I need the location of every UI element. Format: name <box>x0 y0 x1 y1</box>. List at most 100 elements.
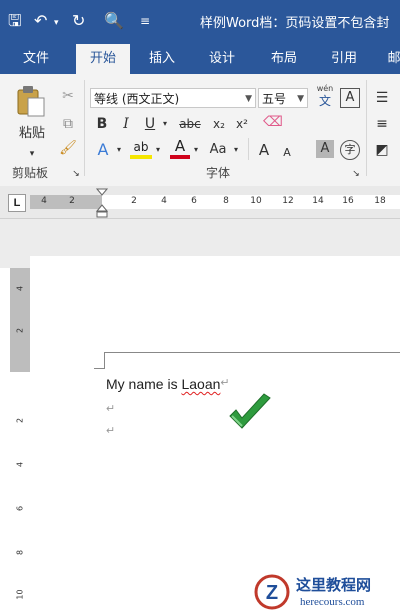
svg-text:Z: Z <box>266 582 278 604</box>
ruler-tick: 6 <box>15 505 25 512</box>
window-title: 样例Word档：页码设置不包含封 <box>200 16 390 31</box>
misspelled-word[interactable]: Laoan <box>181 376 220 392</box>
cut-icon[interactable]: ✂ <box>58 86 78 106</box>
shrink-font-button[interactable]: A <box>280 143 294 163</box>
save-icon[interactable]: 🖫 <box>8 10 22 32</box>
ruler-tick: 12 <box>282 196 294 206</box>
indent-markers-icon[interactable] <box>95 188 109 218</box>
tab-layout[interactable]: 布局 <box>262 44 306 74</box>
text-effects-button[interactable]: A <box>94 140 112 160</box>
ruler-tick: 14 <box>312 196 324 206</box>
vertical-ruler[interactable]: 4 2 2 4 6 8 10 <box>10 268 31 616</box>
underline-dropdown-icon[interactable]: ▾ <box>160 114 170 134</box>
ruler-tick: 2 <box>15 327 25 334</box>
change-case-dropdown-icon[interactable]: ▾ <box>231 140 241 160</box>
tab-design[interactable]: 设计 <box>200 44 244 74</box>
font-color-swatch <box>170 155 190 159</box>
format-painter-icon[interactable]: 🖌 <box>58 138 78 158</box>
ruler-tick: 4 <box>15 461 25 468</box>
clipboard-launcher-icon[interactable]: ↘ <box>70 164 82 184</box>
divider <box>248 138 249 160</box>
ruler-tick: 4 <box>41 196 47 206</box>
font-launcher-icon[interactable]: ↘ <box>350 164 362 184</box>
font-size-select[interactable]: 五号 ▼ <box>258 88 308 108</box>
strikethrough-button[interactable]: abc <box>176 114 204 134</box>
paste-button[interactable]: 粘贴 <box>14 124 50 144</box>
ruler-tick: 8 <box>223 196 229 206</box>
tab-file[interactable]: 文件 <box>14 44 58 74</box>
font-color-button[interactable]: A <box>170 138 190 160</box>
ruler-tick: 2 <box>131 196 137 206</box>
ruler-tick: 4 <box>161 196 167 206</box>
text-effects-dropdown-icon[interactable]: ▾ <box>114 140 124 160</box>
ribbon-tabs: 文件 开始 插入 设计 布局 引用 邮 <box>0 44 400 74</box>
redo-icon[interactable]: ↻ <box>72 10 85 32</box>
ruler-tick: 16 <box>342 196 354 206</box>
tab-mailings[interactable]: 邮 <box>382 44 400 74</box>
italic-button[interactable]: I <box>118 114 134 134</box>
align-left-icon[interactable]: ≡ <box>372 114 392 134</box>
grow-font-button[interactable]: A <box>256 140 272 160</box>
chevron-down-icon: ▼ <box>245 94 252 104</box>
group-divider <box>366 80 367 176</box>
group-divider <box>84 80 85 176</box>
font-name-value: 等线 (西文正文) <box>94 92 180 106</box>
font-color-label: A <box>174 137 186 155</box>
chevron-down-icon: ▼ <box>297 94 304 104</box>
tab-insert[interactable]: 插入 <box>140 44 184 74</box>
ruler-tick: 2 <box>69 196 75 206</box>
print-preview-icon[interactable]: 🔍 <box>104 10 124 32</box>
site-url: herecours.com <box>300 596 365 608</box>
header-boundary-line <box>104 352 400 353</box>
paste-icon[interactable] <box>16 84 46 118</box>
ruler-tick: 6 <box>191 196 197 206</box>
paragraph-line-1[interactable]: My name is Laoan ↵ <box>106 376 230 392</box>
ruler-tick: 10 <box>250 196 262 206</box>
ruler-tick: 2 <box>15 417 25 424</box>
checkmark-icon <box>226 392 274 436</box>
character-shading-button[interactable]: A <box>316 140 334 158</box>
ribbon: 粘贴 ▾ ✂ ⧉ 🖌 剪贴板 ↘ 等线 (西文正文) ▼ 五号 ▼ wén 文 A … <box>0 74 400 187</box>
highlight-color-swatch <box>130 155 152 159</box>
document-page[interactable]: My name is Laoan ↵ ↵ ↵ <box>30 256 400 616</box>
horizontal-ruler[interactable]: L 4 2 2 4 6 8 10 12 14 16 18 <box>0 186 400 219</box>
tab-references[interactable]: 引用 <box>322 44 366 74</box>
site-watermark: Z 这里教程网 herecours.com <box>250 570 400 616</box>
enclose-characters-button[interactable]: 字 <box>340 140 360 160</box>
highlight-dropdown-icon[interactable]: ▾ <box>153 140 163 160</box>
shading-icon[interactable]: ◩ <box>372 140 392 160</box>
site-name: 这里教程网 <box>296 576 372 594</box>
title-bar: 🖫 ↶ ▾ ↻ 🔍 ≡ 样例Word档：页码设置不包含封 <box>0 0 400 44</box>
ruler-tick: 4 <box>15 285 25 292</box>
clear-formatting-icon[interactable]: ⌫ <box>262 112 284 132</box>
font-group-label: 字体 <box>206 166 231 180</box>
undo-dropdown-icon[interactable]: ▾ <box>54 12 59 34</box>
paragraph-mark: ↵ <box>220 377 230 389</box>
font-color-dropdown-icon[interactable]: ▾ <box>191 140 201 160</box>
font-size-value: 五号 <box>262 92 287 106</box>
paste-dropdown-icon[interactable]: ▾ <box>18 144 46 164</box>
customize-toolbar-icon[interactable]: ≡ <box>140 10 150 32</box>
copy-icon[interactable]: ⧉ <box>58 114 78 134</box>
superscript-button[interactable]: x² <box>232 114 252 134</box>
paragraph-mark: ↵ <box>106 403 116 415</box>
bold-button[interactable]: B <box>94 114 110 134</box>
underline-button[interactable]: U <box>142 114 158 134</box>
site-logo-icon: Z <box>254 574 290 610</box>
tab-home[interactable]: 开始 <box>76 44 130 74</box>
subscript-button[interactable]: x₂ <box>208 114 230 134</box>
margin-corner-marker <box>94 352 105 369</box>
paragraph-mark: ↵ <box>106 425 116 437</box>
bullets-icon[interactable]: ☰ <box>372 88 392 108</box>
undo-icon[interactable]: ↶ <box>34 10 47 32</box>
character-border-button[interactable]: A <box>340 88 360 108</box>
highlight-button[interactable]: ab <box>130 140 152 160</box>
pinyin-label: wén <box>316 84 334 93</box>
ruler-tick: 10 <box>15 589 25 600</box>
clipboard-group-label: 剪贴板 <box>12 166 49 180</box>
change-case-button[interactable]: Aa <box>206 140 230 160</box>
ruler-tick: 18 <box>374 196 386 206</box>
font-name-select[interactable]: 等线 (西文正文) ▼ <box>90 88 256 108</box>
tab-selector-button[interactable]: L <box>8 194 26 212</box>
phonetic-guide-button[interactable]: wén 文 <box>314 84 336 110</box>
